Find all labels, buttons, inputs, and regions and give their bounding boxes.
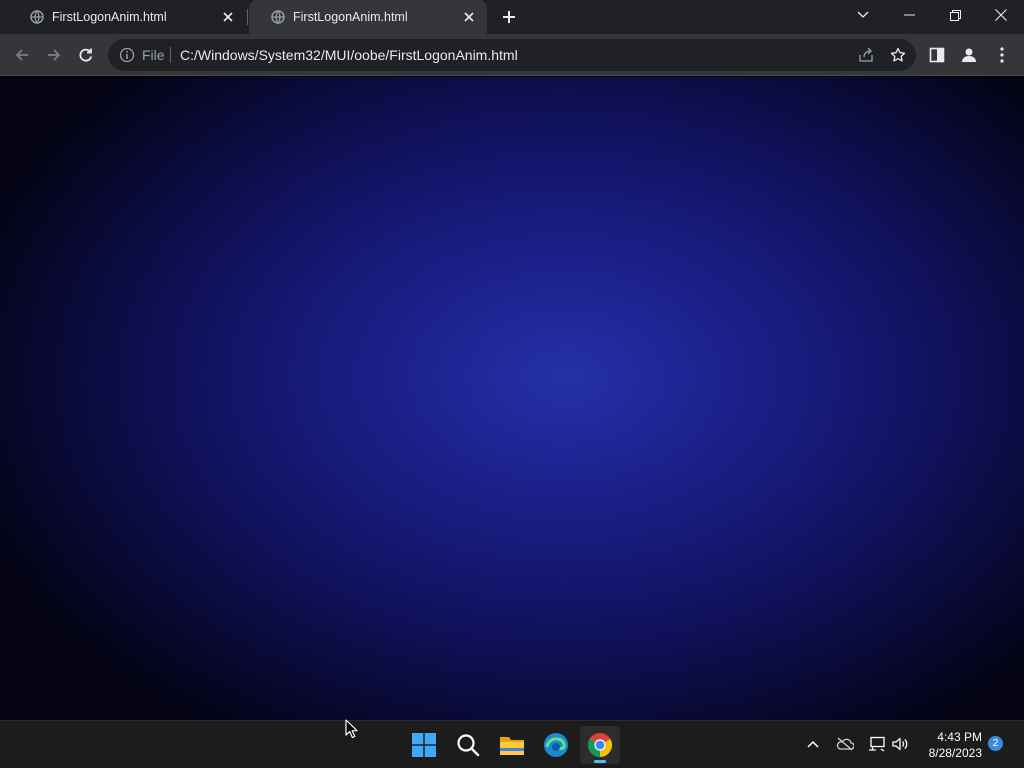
tab-active[interactable]: FirstLogonAnim.html [249,0,487,34]
reload-button[interactable] [74,43,98,67]
edge-icon [543,732,569,758]
notification-badge[interactable]: 2 [988,736,1003,751]
start-button[interactable] [404,726,444,764]
side-panel-icon[interactable] [925,43,949,67]
close-tab-icon[interactable] [220,9,236,25]
globe-icon [30,10,44,24]
new-tab-button[interactable] [497,5,521,29]
tab-title: FirstLogonAnim.html [52,10,167,24]
tab-separator [247,9,248,25]
scheme-label: File [142,47,165,63]
url-text[interactable]: C:/Windows/System32/MUI/oobe/FirstLogonA… [180,47,518,63]
tab-search-chevron-icon[interactable] [840,0,886,30]
profile-avatar-icon[interactable] [957,43,981,67]
clock-date: 8/28/2023 [928,746,982,760]
mouse-cursor-icon [345,719,359,739]
address-bar[interactable]: File C:/Windows/System32/MUI/oobe/FirstL… [108,39,916,71]
active-app-indicator [594,760,606,763]
minimize-button[interactable] [886,0,932,30]
file-explorer-button[interactable] [492,726,532,764]
browser-toolbar: File C:/Windows/System32/MUI/oobe/FirstL… [0,34,1024,76]
network-icon[interactable] [867,734,887,754]
volume-icon[interactable] [890,734,910,754]
tab-inactive[interactable]: FirstLogonAnim.html [8,0,246,34]
taskbar-clock[interactable]: 4:43 PM 8/28/2023 [918,729,982,761]
start-icon [412,733,436,757]
close-tab-icon[interactable] [461,9,477,25]
onedrive-offline-icon[interactable] [835,734,855,754]
search-icon [456,733,480,757]
address-separator [170,47,171,63]
forward-button[interactable] [42,43,66,67]
tab-strip: FirstLogonAnim.html FirstLogonAnim.html [0,0,1024,34]
more-menu-icon[interactable] [990,43,1014,67]
info-icon[interactable] [119,47,135,63]
chrome-button[interactable] [580,726,620,764]
show-hidden-icons-chevron-icon[interactable] [803,734,823,754]
page-content [0,77,1024,720]
clock-time: 4:43 PM [937,730,982,744]
globe-icon [271,10,285,24]
search-button[interactable] [448,726,488,764]
bookmark-star-icon[interactable] [889,46,907,64]
close-window-button[interactable] [978,0,1024,30]
taskbar: 4:43 PM 8/28/2023 2 [0,720,1024,768]
share-icon[interactable] [857,46,875,64]
chrome-icon [587,732,613,758]
restore-button[interactable] [932,0,978,30]
file-explorer-icon [499,734,525,756]
edge-button[interactable] [536,726,576,764]
back-button[interactable] [10,43,34,67]
tab-title: FirstLogonAnim.html [293,10,408,24]
